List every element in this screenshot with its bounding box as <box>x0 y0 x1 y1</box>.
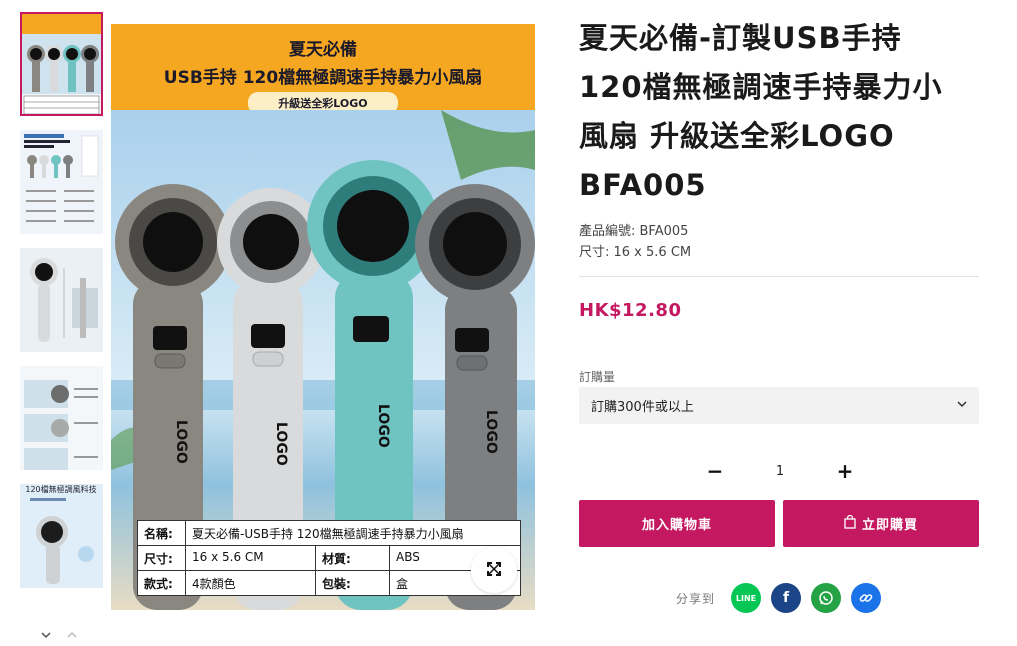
quantity-select-value: 訂購300件或以上 <box>591 400 694 415</box>
fan-logo-2: LOGO <box>273 422 289 466</box>
fan-logo-3: LOGO <box>375 404 391 448</box>
banner-line-2: USB手持 120檔無極調速手持暴力小風扇 <box>163 68 483 88</box>
spec-table: 名稱: 夏天必備-USB手持 120檔無極調速手持暴力小風扇 尺寸: 16 x … <box>137 520 521 596</box>
product-code: 產品編號: BFA005 <box>579 224 689 239</box>
product-meta: 產品編號: BFA005 尺寸: 16 x 5.6 CM <box>579 221 691 263</box>
product-title-line: BFA005 <box>579 168 707 202</box>
zoom-button[interactable] <box>471 547 517 593</box>
quantity-label: 訂購量 <box>579 370 616 384</box>
fan-logo-4: LOGO <box>483 410 499 454</box>
thumbnail-1[interactable] <box>20 12 103 116</box>
quantity-stepper: − 1 + <box>700 456 860 486</box>
spec-package-label: 包裝: <box>316 571 390 595</box>
main-product-image[interactable]: 夏天必備 USB手持 120檔無極調速手持暴力小風扇 升級送全彩LOGO LOG… <box>111 24 535 610</box>
facebook-icon[interactable]: f <box>771 583 802 613</box>
spec-name-value: 夏天必備-USB手持 120檔無極調速手持暴力小風扇 <box>192 527 464 541</box>
quantity-value[interactable]: 1 <box>760 464 800 479</box>
share-bar: 分享到 LINE f <box>676 583 882 613</box>
image-banner: 夏天必備 USB手持 120檔無極調速手持暴力小風扇 升級送全彩LOGO <box>111 24 535 114</box>
buy-now-button[interactable]: 立即購買 <box>783 500 979 547</box>
facebook-icon-text: f <box>782 590 790 606</box>
whatsapp-icon[interactable] <box>811 583 842 613</box>
thumbnail-2[interactable] <box>20 130 103 234</box>
add-to-cart-label: 加入購物車 <box>641 518 712 533</box>
spec-style-value: 4款顏色 <box>186 571 316 595</box>
chevron-up-icon[interactable] <box>66 626 78 638</box>
thumbnail-5[interactable]: 120檔無極調風科技 <box>20 484 103 588</box>
expand-icon <box>487 561 501 580</box>
link-icon[interactable] <box>851 583 882 613</box>
spec-size-label: 尺寸: <box>138 546 186 570</box>
spec-name-label: 名稱: <box>138 521 186 545</box>
divider <box>579 276 979 277</box>
banner-line-1: 夏天必備 <box>289 40 357 60</box>
line-icon-text: LINE <box>735 593 757 603</box>
product-price: HK$12.80 <box>579 300 682 321</box>
spec-size-value: 16 x 5.6 CM <box>186 546 316 570</box>
decrement-button[interactable]: − <box>700 456 730 486</box>
increment-button[interactable]: + <box>830 456 860 486</box>
product-info: 夏天必備-訂製USB手持 120檔無極調速手持暴力小 風扇 升級送全彩LOGO … <box>579 14 979 210</box>
shopping-bag-icon <box>844 514 856 533</box>
chevron-down-icon <box>957 398 967 413</box>
product-size: 尺寸: 16 x 5.6 CM <box>579 245 692 260</box>
thumbnail-3[interactable] <box>20 248 103 352</box>
buy-now-label: 立即購買 <box>861 518 918 533</box>
product-title: 夏天必備-訂製USB手持 120檔無極調速手持暴力小 風扇 升級送全彩LOGO … <box>579 14 979 210</box>
product-title-line: 風扇 升級送全彩LOGO <box>579 119 895 153</box>
thumbnail-nav <box>40 626 78 639</box>
product-title-line: 夏天必備-訂製USB手持 <box>579 21 902 55</box>
add-to-cart-button[interactable]: 加入購物車 <box>579 500 775 547</box>
spec-material-label: 材質: <box>316 546 390 570</box>
line-icon[interactable]: LINE <box>731 583 762 613</box>
chevron-down-icon[interactable] <box>40 626 52 639</box>
share-label: 分享到 <box>676 591 716 606</box>
product-title-line: 120檔無極調速手持暴力小 <box>579 70 943 104</box>
thumbnail-list: 120檔無極調風科技 <box>20 12 103 602</box>
spec-style-label: 款式: <box>138 571 186 595</box>
quantity-select[interactable]: 訂購300件或以上 <box>579 387 979 424</box>
thumbnail-4[interactable] <box>20 366 103 470</box>
thumbnail-5-caption: 120檔無極調風科技 <box>25 484 96 494</box>
fan-logo-1: LOGO <box>173 420 189 464</box>
